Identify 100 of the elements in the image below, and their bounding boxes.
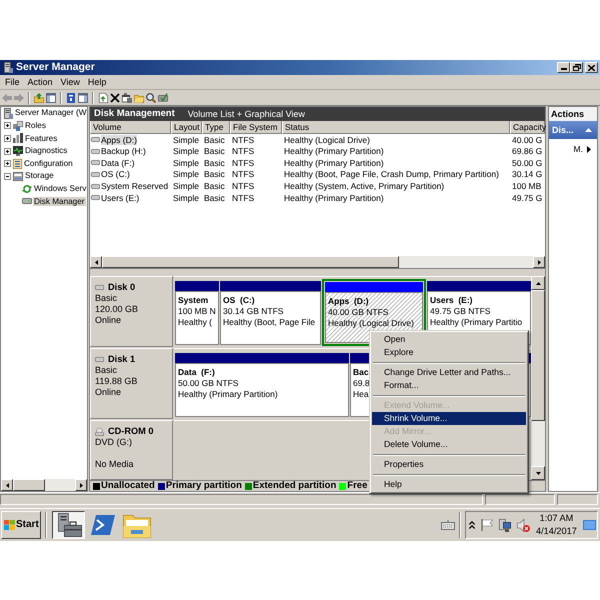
menu-item[interactable]: Explore [372, 346, 526, 359]
menu-item[interactable]: Format... [372, 379, 526, 392]
folder-icon [122, 512, 150, 538]
tree-item[interactable]: Disk Manager [33, 196, 86, 206]
restore-button[interactable] [570, 62, 583, 73]
cd-drive-icon [95, 428, 104, 436]
taskbar-button[interactable] [52, 511, 85, 539]
keyboard-icon[interactable] [441, 520, 455, 530]
close-button[interactable] [585, 62, 598, 73]
actions-section-header[interactable]: Dis... [549, 121, 597, 139]
disk-label[interactable]: Disk 1 Basic 119.88 GB Online [90, 348, 173, 419]
volume-name[interactable]: OS (C:) [101, 169, 130, 180]
plus-box-icon[interactable] [4, 134, 11, 142]
properties-icon[interactable] [122, 92, 132, 102]
partition-name: Bac [353, 367, 369, 378]
menu-item[interactable]: Properties [372, 458, 526, 471]
disk-label[interactable]: CD-ROM 0 DVD (G:) No Media [90, 420, 173, 480]
column-header[interactable]: Status [282, 121, 510, 134]
server-icon [3, 62, 13, 73]
scrollbar-thumb[interactable] [102, 256, 399, 268]
disk-label[interactable]: Disk 0 Basic 120.00 GB Online [90, 276, 173, 347]
clock-time[interactable]: 1:07 AM [540, 512, 574, 525]
partition-name: Users (E:) [430, 295, 473, 306]
scroll-right-button[interactable] [533, 256, 545, 268]
disk-name: Disk 0 [108, 282, 136, 293]
column-header[interactable]: File System [230, 121, 282, 134]
menu-item[interactable]: Delete Volume... [372, 438, 526, 451]
drive-check-icon[interactable] [158, 92, 168, 102]
start-button[interactable]: Start [1, 511, 41, 539]
disk-size: 120.00 GB [95, 304, 138, 315]
scroll-down-button[interactable] [531, 466, 545, 480]
plus-box-icon[interactable] [4, 160, 11, 168]
menu-item[interactable]: View [56, 76, 84, 88]
volume-name[interactable]: Backup (H:) [101, 146, 146, 156]
up-arrow-icon [536, 282, 540, 284]
table-cell-text: Simple [172, 134, 200, 146]
search-icon[interactable] [146, 92, 156, 102]
scroll-up-button[interactable] [531, 276, 545, 290]
tree-item[interactable]: Diagnostics [24, 146, 68, 156]
menu-item[interactable]: Help [84, 76, 110, 88]
table-cell-text: Simple [172, 168, 200, 180]
bar-chart-icon [13, 133, 23, 144]
column-header[interactable]: Volume [90, 121, 171, 134]
volume-name[interactable]: Apps (D:) [101, 134, 137, 145]
tree-item[interactable]: Roles [24, 120, 47, 131]
pane-icon[interactable] [46, 92, 56, 102]
pane-task-link[interactable]: M. [574, 144, 591, 154]
chevron-up-icon[interactable] [469, 521, 475, 529]
column-header[interactable]: Capacity [510, 121, 545, 134]
table-cell-text: NTFS [231, 180, 256, 192]
minus-box-icon[interactable] [4, 172, 11, 180]
menu-item[interactable]: Help [372, 478, 526, 491]
scrollbar-thumb[interactable] [13, 479, 45, 491]
disk-status: Online [95, 387, 122, 398]
menu-item[interactable]: File [1, 76, 24, 88]
menu-item[interactable]: Action [24, 76, 57, 88]
volume-name[interactable]: Data (F:) [101, 158, 135, 168]
help-icon[interactable] [66, 92, 76, 102]
disk-type: Basic [95, 293, 118, 304]
flag-icon[interactable] [481, 519, 493, 531]
column-header[interactable]: Layout [171, 121, 202, 134]
up-triangle-icon[interactable] [585, 128, 592, 132]
menu-item[interactable]: Shrink Volume... [372, 412, 526, 425]
folder-up-icon[interactable] [34, 92, 44, 102]
table-cell-text: 69.86 G [511, 146, 544, 158]
scroll-left-button[interactable] [90, 256, 102, 268]
tree-item[interactable]: Server Manager (W [14, 108, 88, 118]
plus-box-icon[interactable] [4, 148, 11, 155]
left-arrow-icon [94, 260, 98, 264]
clock-date[interactable]: 4/14/2017 [536, 525, 577, 538]
column-header[interactable]: Type [202, 121, 230, 134]
down-arrow-icon [536, 472, 540, 474]
pane-icon[interactable] [78, 92, 88, 102]
tree-item[interactable]: Windows Serv [33, 184, 88, 194]
tree-item[interactable]: Features [24, 134, 58, 144]
delete-icon[interactable] [110, 92, 120, 102]
plus-box-icon[interactable] [4, 122, 11, 130]
tree-item[interactable]: Storage [24, 171, 55, 182]
page-icon[interactable] [98, 92, 108, 102]
minimize-button[interactable] [557, 62, 570, 73]
partition-block[interactable]: System 100 MB N Healthy ( [175, 291, 219, 345]
partition-size: 49.75 GB NTFS [430, 306, 490, 317]
partition-name: System [178, 295, 208, 306]
menu-item[interactable]: Change Drive Letter and Paths... [372, 366, 526, 379]
muted-speaker-icon[interactable] [517, 518, 530, 532]
partition-block[interactable]: OS (C:) 30.14 GB NTFS Healthy (Boot, Page File [220, 291, 321, 345]
scroll-left-button[interactable] [1, 479, 13, 491]
volume-name[interactable]: System Reserved [101, 181, 168, 192]
table-cell-text: Healthy (Primary Partition) [283, 192, 385, 204]
table-cell-text: 30.14 G [511, 168, 544, 180]
tree-item[interactable]: Configuration [23, 158, 74, 169]
scrollbar-thumb[interactable] [531, 290, 545, 421]
partition-name: Apps (D:) [328, 296, 369, 307]
partition-block[interactable]: Data (F:) 50.00 GB NTFS Healthy (Primary Partition) [175, 363, 349, 417]
volume-name[interactable]: Users (E:) [101, 192, 140, 203]
disk-status: Online [95, 315, 122, 326]
show-desktop-icon[interactable] [582, 520, 596, 530]
table-cell-text: NTFS [231, 146, 256, 158]
scroll-right-button[interactable] [75, 479, 87, 491]
network-icon[interactable] [499, 518, 511, 532]
